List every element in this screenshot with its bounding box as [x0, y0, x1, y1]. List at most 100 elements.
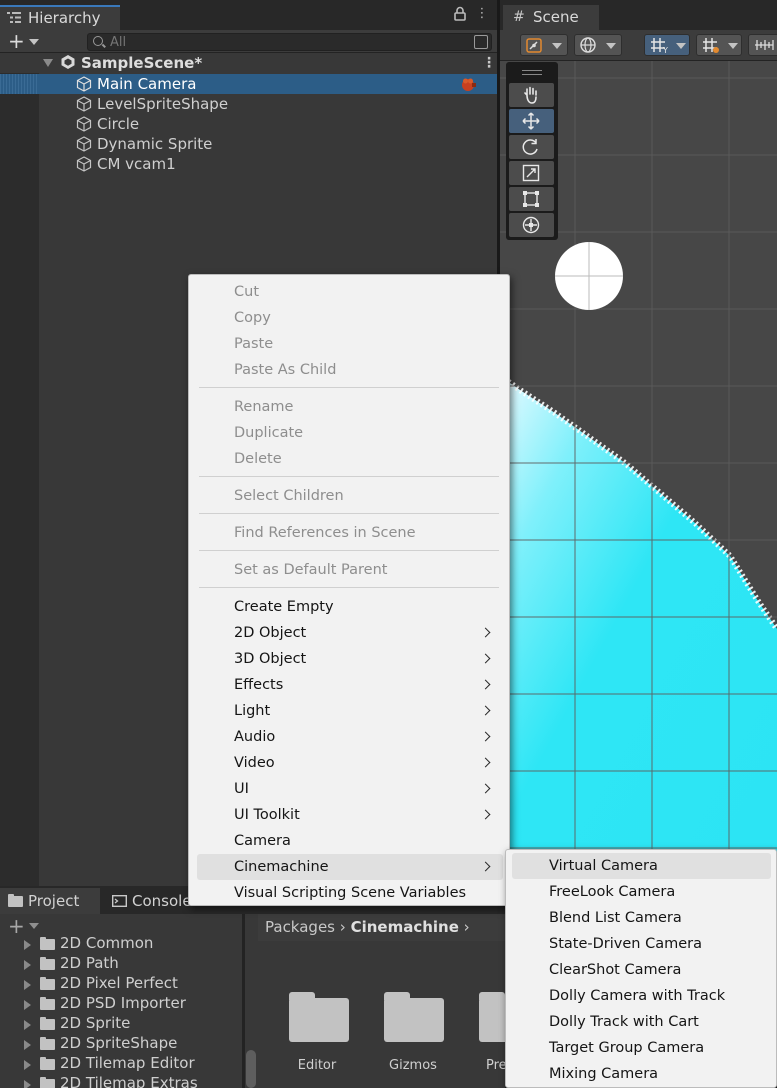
drag-handle-icon[interactable]	[522, 70, 542, 75]
create-plus-icon[interactable]: +	[8, 31, 25, 51]
tab-console[interactable]: Console	[104, 888, 196, 914]
submenu-item-freelook-camera[interactable]: FreeLook Camera	[512, 879, 771, 905]
menu-item-copy[interactable]: Copy	[197, 305, 503, 331]
hierarchy-item-circle[interactable]: Circle	[0, 114, 497, 134]
pivot-icon	[526, 38, 542, 53]
menu-item-effects[interactable]: Effects	[197, 672, 503, 698]
folder-label: Editor	[297, 1058, 337, 1073]
scene-row[interactable]: SampleScene* ⋮	[0, 53, 497, 73]
submenu-item-state-driven-camera[interactable]: State-Driven Camera	[512, 931, 771, 957]
expand-arrow-icon[interactable]	[24, 1060, 31, 1070]
menu-item-ui-toolkit[interactable]: UI Toolkit	[197, 802, 503, 828]
menu-item-2d-object[interactable]: 2D Object	[197, 620, 503, 646]
menu-item-rename[interactable]: Rename	[197, 394, 503, 420]
package-row[interactable]: 2D Path	[0, 954, 240, 974]
menu-separator	[199, 387, 499, 388]
chevron-down-icon[interactable]	[29, 923, 39, 929]
package-row[interactable]: 2D PSD Importer	[0, 994, 240, 1014]
folder-icon	[40, 1017, 55, 1030]
menu-item-audio[interactable]: Audio	[197, 724, 503, 750]
package-list-scrollbar[interactable]	[246, 1050, 256, 1088]
chevron-right-icon	[480, 653, 491, 664]
menu-item-create-empty[interactable]: Create Empty	[197, 594, 503, 620]
tab-project[interactable]: Project	[0, 888, 100, 914]
menu-item-video[interactable]: Video	[197, 750, 503, 776]
folder-editor-icon[interactable]	[289, 992, 349, 1042]
scale-tool-button[interactable]	[509, 161, 554, 185]
move-tool-button[interactable]	[509, 109, 554, 133]
menu-item-cinemachine[interactable]: Cinemachine	[197, 854, 503, 880]
folder-label: Gizmos	[389, 1058, 437, 1073]
submenu-item-mixing-camera[interactable]: Mixing Camera	[512, 1061, 771, 1087]
menu-separator	[199, 513, 499, 514]
hierarchy-item-main-camera[interactable]: Main Camera	[0, 74, 497, 94]
rect-tool-button[interactable]	[509, 187, 554, 211]
expand-arrow-icon[interactable]	[24, 1080, 31, 1088]
expand-arrow-icon[interactable]	[24, 960, 31, 970]
menu-item-set-default-parent[interactable]: Set as Default Parent	[197, 557, 503, 583]
scene-menu-icon[interactable]: ⋮	[482, 53, 496, 73]
expand-arrow-icon[interactable]	[24, 1040, 31, 1050]
menu-item-3d-object[interactable]: 3D Object	[197, 646, 503, 672]
menu-item-ui[interactable]: UI	[197, 776, 503, 802]
package-row[interactable]: 2D Tilemap Extras	[0, 1074, 240, 1088]
package-row[interactable]: 2D SpriteShape	[0, 1034, 240, 1054]
package-label: 2D Tilemap Editor	[60, 1054, 195, 1072]
submenu-item-clearshot-camera[interactable]: ClearShot Camera	[512, 957, 771, 983]
menu-item-cut[interactable]: Cut	[197, 279, 503, 305]
submenu-item-blend-list-camera[interactable]: Blend List Camera	[512, 905, 771, 931]
menu-item-select-children[interactable]: Select Children	[197, 483, 503, 509]
package-row[interactable]: 2D Pixel Perfect	[0, 974, 240, 994]
package-row[interactable]: 2D Tilemap Editor	[0, 1054, 240, 1074]
menu-item-camera[interactable]: Camera	[197, 828, 503, 854]
submenu-item-virtual-camera[interactable]: Virtual Camera	[512, 853, 771, 879]
menu-item-paste[interactable]: Paste	[197, 331, 503, 357]
rotate-tool-button[interactable]	[509, 135, 554, 159]
hierarchy-item-dynamic-sprite[interactable]: Dynamic Sprite	[0, 134, 497, 154]
lock-icon[interactable]	[452, 6, 468, 22]
transform-tool-button[interactable]	[509, 213, 554, 237]
hand-tool-button[interactable]	[509, 83, 554, 107]
submenu-item-target-group-camera[interactable]: Target Group Camera	[512, 1035, 771, 1061]
folder-prefabs-icon[interactable]	[479, 992, 505, 1042]
menu-item-duplicate[interactable]: Duplicate	[197, 420, 503, 446]
more-options-icon[interactable]: ⋮	[474, 6, 490, 22]
hierarchy-item-levelspriteshape[interactable]: LevelSpriteShape	[0, 94, 497, 114]
grid-snap-toggle[interactable]: Y	[644, 34, 690, 56]
menu-item-light[interactable]: Light	[197, 698, 503, 724]
submenu-item-dolly-camera-track[interactable]: Dolly Camera with Track	[512, 983, 771, 1009]
breadcrumb-current[interactable]: Cinemachine	[351, 918, 459, 936]
tool-handle-dropdown[interactable]	[520, 34, 568, 56]
create-dropdown-caret-icon[interactable]	[29, 39, 39, 45]
ruler-icon	[755, 40, 774, 50]
global-local-dropdown[interactable]	[574, 34, 622, 56]
package-row[interactable]: 2D Sprite	[0, 1014, 240, 1034]
scene-toolbar: Y	[500, 30, 777, 61]
hierarchy-tab-label: Hierarchy	[28, 9, 101, 27]
snap-grid-icon	[703, 38, 719, 53]
breadcrumb-root[interactable]: Packages	[265, 918, 335, 936]
menu-item-find-references[interactable]: Find References in Scene	[197, 520, 503, 546]
menu-item-delete[interactable]: Delete	[197, 446, 503, 472]
ruler-toggle[interactable]	[748, 34, 777, 56]
expand-arrow-icon[interactable]	[24, 980, 31, 990]
expand-arrow-icon[interactable]	[24, 940, 31, 950]
hierarchy-tab[interactable]: Hierarchy	[0, 5, 120, 30]
expand-arrow-icon[interactable]	[24, 1020, 31, 1030]
expand-arrow-icon[interactable]	[43, 59, 53, 67]
package-row[interactable]: 2D Common	[0, 934, 240, 954]
folder-icon	[8, 894, 23, 907]
scene-tab[interactable]: # Scene	[503, 5, 599, 30]
menu-item-paste-as-child[interactable]: Paste As Child	[197, 357, 503, 383]
panel-splitter[interactable]	[242, 914, 245, 1088]
search-options-icon[interactable]	[474, 35, 488, 49]
hierarchy-search-input[interactable]	[110, 34, 450, 50]
expand-arrow-icon[interactable]	[24, 1000, 31, 1010]
submenu-item-dolly-track-cart[interactable]: Dolly Track with Cart	[512, 1009, 771, 1035]
menu-separator	[199, 550, 499, 551]
menu-item-visual-scripting-variables[interactable]: Visual Scripting Scene Variables	[197, 880, 503, 906]
incremental-snap-toggle[interactable]	[696, 34, 742, 56]
hierarchy-item-cm-vcam1[interactable]: CM vcam1	[0, 154, 497, 174]
folder-gizmos-icon[interactable]	[384, 992, 444, 1042]
create-asset-plus-icon[interactable]: +	[8, 916, 25, 936]
